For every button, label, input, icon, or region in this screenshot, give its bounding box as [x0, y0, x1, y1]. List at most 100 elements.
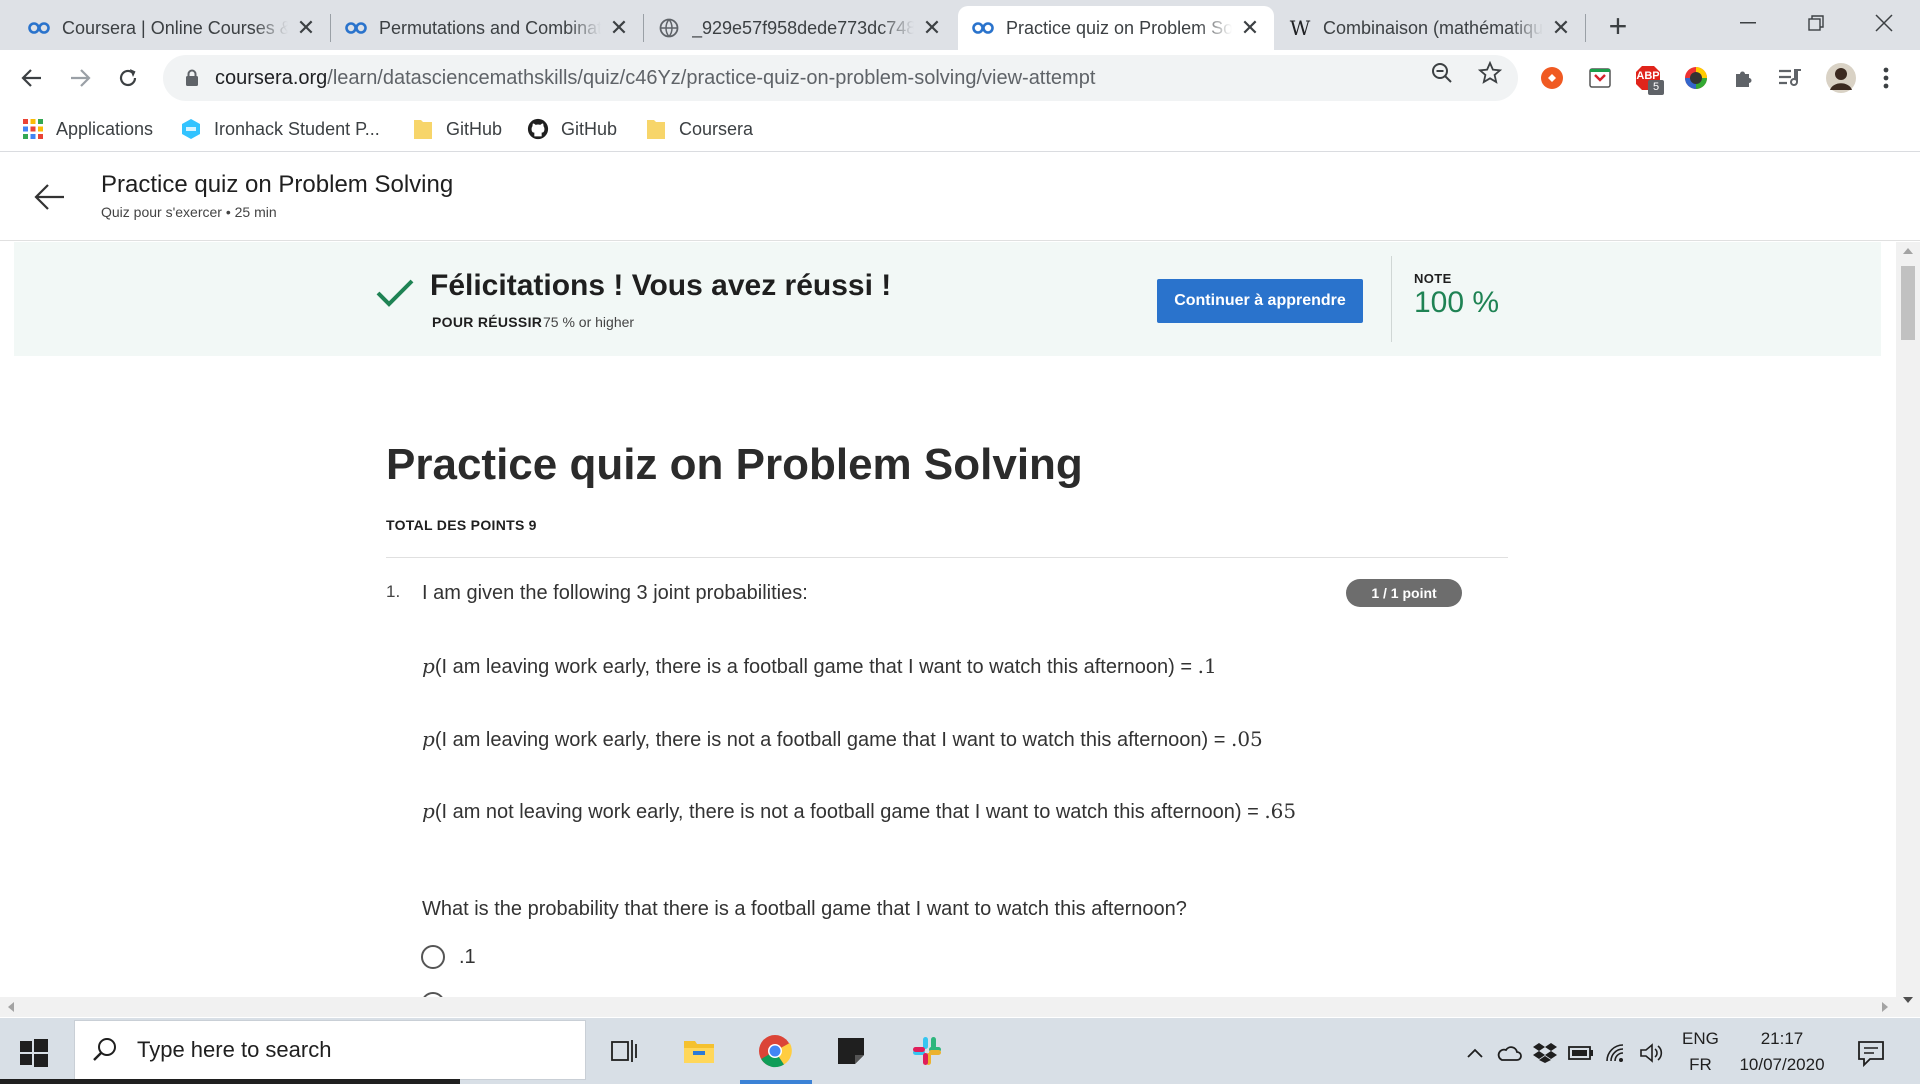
orange-extension-icon[interactable] [1538, 64, 1566, 92]
grade-value: 100 % [1414, 286, 1500, 319]
globe-icon [658, 17, 680, 39]
back-button[interactable] [12, 58, 52, 98]
slack-icon[interactable] [904, 1028, 950, 1074]
folder-icon [412, 118, 434, 140]
bookmark-label: GitHub [561, 118, 618, 139]
restore-button[interactable] [1784, 0, 1848, 46]
file-explorer-icon[interactable] [676, 1028, 722, 1074]
prob-value: .1 [1197, 654, 1217, 678]
coursera-icon [972, 17, 994, 39]
onedrive-icon[interactable] [1496, 1040, 1522, 1066]
volume-icon[interactable] [1638, 1040, 1664, 1066]
tab-wikipedia[interactable]: W Combinaison (mathématiques) ✕ [1275, 6, 1585, 50]
task-view-icon[interactable] [601, 1028, 647, 1074]
github-icon [527, 118, 549, 140]
prob-value: .05 [1230, 727, 1263, 751]
color-wheel-extension-icon[interactable] [1682, 64, 1710, 92]
dropbox-icon[interactable] [1532, 1040, 1558, 1066]
url-path: /learn/datasciencemathskills/quiz/c46Yz/… [327, 66, 1096, 89]
scroll-left-icon[interactable] [8, 1002, 14, 1012]
total-points-label: TOTAL DES POINTS [386, 517, 525, 533]
horizontal-scrollbar[interactable] [0, 997, 1896, 1017]
pass-threshold-label: POUR RÉUSSIR [432, 314, 543, 330]
tab-hash-page[interactable]: _929e57f958dede773dc748 ✕ [644, 6, 956, 50]
tab-permutations[interactable]: Permutations and Combinations ✕ [331, 6, 643, 50]
bookmark-github[interactable]: GitHub [527, 114, 617, 144]
question-text: I am given the following 3 joint probabi… [422, 582, 808, 604]
window-close-button[interactable] [1852, 0, 1916, 46]
vertical-scrollbar[interactable] [1896, 242, 1920, 1017]
bookmark-coursera-folder[interactable]: Coursera [645, 114, 753, 144]
wikipedia-icon: W [1289, 16, 1311, 40]
scroll-up-icon[interactable] [1903, 248, 1913, 254]
scrollbar-thumb[interactable] [1901, 266, 1915, 340]
search-icon [93, 1038, 116, 1061]
forward-button[interactable] [60, 58, 100, 98]
continue-learning-button[interactable]: Continuer à apprendre [1157, 279, 1363, 323]
close-icon[interactable]: ✕ [922, 15, 942, 40]
windows-taskbar: Type here to search ENG FR 21:17 10/07/2… [0, 1018, 1920, 1084]
tab-strip: Coursera | Online Courses & Credentials … [0, 0, 1920, 50]
taskbar-search-box[interactable]: Type here to search [74, 1020, 586, 1080]
close-icon[interactable]: ✕ [609, 15, 629, 40]
probability-line-2: p(I am leaving work early, there is not … [422, 725, 1302, 755]
media-control-icon[interactable] [1776, 64, 1804, 92]
probability-line-3: p(I am not leaving work early, there is … [422, 797, 1302, 827]
header-title: Practice quiz on Problem Solving [101, 171, 454, 198]
profile-avatar[interactable] [1824, 61, 1858, 95]
prob-symbol: p [422, 727, 435, 751]
back-arrow-icon[interactable] [28, 175, 72, 219]
prob-text: (I am leaving work early, there is not a… [434, 729, 1231, 751]
extension-badge: 5 [1648, 80, 1664, 95]
sticky-notes-icon[interactable] [828, 1028, 874, 1074]
bookmark-star-icon[interactable] [1478, 61, 1502, 85]
pocket-extension-icon[interactable] [1586, 64, 1614, 92]
bookmarks-bar: Applications Ironhack Student P... GitHu… [0, 106, 1920, 152]
extensions-puzzle-icon[interactable] [1730, 64, 1758, 92]
scroll-down-icon[interactable] [1903, 997, 1913, 1003]
question-number: 1. [386, 582, 401, 601]
bookmark-applications[interactable]: Applications [22, 114, 153, 144]
keyboard-layout: FR [1689, 1055, 1712, 1074]
notification-center-icon[interactable] [1856, 1038, 1886, 1068]
battery-icon[interactable] [1568, 1040, 1594, 1066]
scroll-right-icon[interactable] [1882, 1002, 1888, 1012]
pass-threshold-value: 75 % or higher [543, 314, 635, 330]
bookmark-github-folder[interactable]: GitHub [412, 114, 502, 144]
active-app-indicator [740, 1080, 812, 1084]
close-icon[interactable]: ✕ [1551, 15, 1571, 40]
chrome-icon[interactable] [752, 1028, 798, 1074]
windows-start-icon[interactable] [14, 1033, 54, 1073]
zoom-icon[interactable] [1430, 61, 1454, 85]
radio-button[interactable] [421, 945, 445, 969]
chevron-up-icon[interactable] [1462, 1040, 1488, 1066]
browser-toolbar: coursera.org/learn/datasciencemathskills… [0, 50, 1920, 106]
bookmark-ironhack[interactable]: Ironhack Student P... [180, 114, 380, 144]
tab-title: _929e57f958dede773dc748 [692, 17, 914, 38]
points-badge: 1 / 1 point [1346, 579, 1462, 607]
adblock-icon[interactable]: ABP 5 [1634, 64, 1664, 95]
address-bar[interactable]: coursera.org/learn/datasciencemathskills… [163, 55, 1518, 101]
minimize-button[interactable] [1716, 0, 1780, 46]
grade-label: NOTE [1414, 271, 1452, 286]
question-prompt: What is the probability that there is a … [422, 898, 1187, 920]
system-clock[interactable]: 21:17 10/07/2020 [1734, 1026, 1830, 1078]
taskbar-search-placeholder: Type here to search [137, 1037, 332, 1062]
tab-title: Coursera | Online Courses & Credentials … [62, 17, 288, 38]
total-points: TOTAL DES POINTS 9 [386, 517, 537, 533]
coursera-icon [28, 17, 50, 39]
bookmark-label: Ironhack Student P... [214, 118, 380, 139]
tab-practice-quiz[interactable]: Practice quiz on Problem Solving ✕ [958, 6, 1274, 50]
reload-button[interactable] [108, 58, 148, 98]
close-icon[interactable]: ✕ [296, 15, 316, 40]
answer-option[interactable]: .1 [421, 945, 476, 969]
close-icon[interactable]: ✕ [1240, 15, 1260, 40]
lock-icon[interactable] [181, 67, 203, 89]
checkmark-icon [376, 279, 414, 307]
wifi-icon[interactable] [1604, 1040, 1630, 1066]
new-tab-button[interactable]: + [1600, 8, 1636, 44]
folder-icon [645, 118, 667, 140]
tab-coursera-home[interactable]: Coursera | Online Courses & Credentials … [14, 6, 330, 50]
chrome-menu-icon[interactable] [1872, 64, 1900, 92]
input-language[interactable]: ENG FR [1682, 1026, 1719, 1078]
